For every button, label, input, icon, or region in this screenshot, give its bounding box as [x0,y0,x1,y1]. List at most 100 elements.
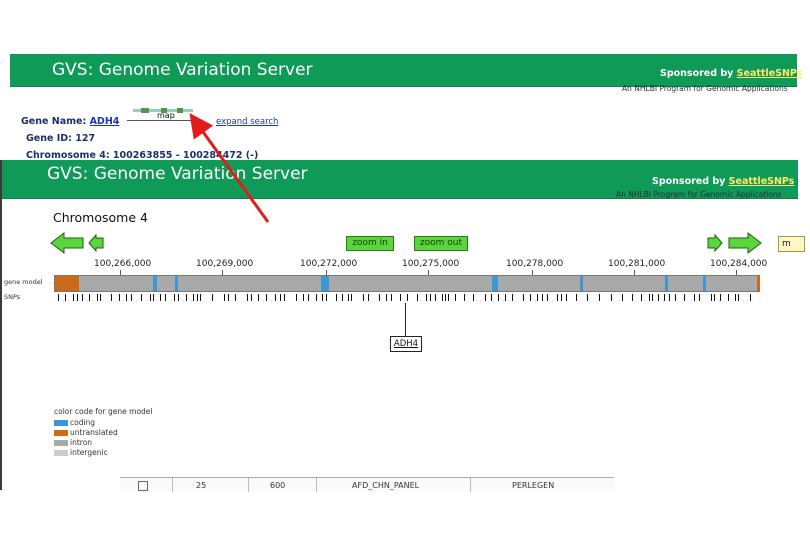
chromosome-title: Chromosome 4 [53,210,148,225]
map-thumbnail[interactable]: map [127,104,197,121]
snp-mark [247,294,248,301]
snp-mark [658,294,659,301]
coordinate-tick-label: 100,275,000 [402,259,460,269]
coordinate-tick-label: 100,284,000 [710,259,768,269]
front-subline: An NHLBI Program for Genomic Application… [616,190,782,199]
snp-mark [523,294,524,301]
snp-mark [379,294,380,301]
snp-mark [58,294,59,301]
back-header-bar: GVS: Genome Variation Server Sponsored b… [10,54,802,87]
snp-mark [351,294,352,301]
legend-label: untranslated [70,428,118,437]
snp-mark [445,294,446,301]
table-cell: 25 [196,481,207,490]
snp-mark [694,294,695,301]
snp-mark [348,294,349,301]
snp-mark [228,294,229,301]
edge-button-label: m [782,239,791,249]
legend-swatch [54,420,68,426]
snp-mark [141,294,142,301]
gene-label-box[interactable]: ADH4 [390,336,422,352]
back-sponsor-link[interactable]: SeattleSNPs [737,68,803,79]
zoom-out-button[interactable]: zoom out [414,236,468,251]
snp-mark [111,294,112,301]
snp-mark [266,294,267,301]
front-sponsor-text: Sponsored by SeattleSNPs [652,176,794,187]
scroll-right-near-arrow-icon[interactable] [707,234,723,252]
snp-mark [235,294,236,301]
snp-mark [363,294,364,301]
snp-mark [165,294,166,301]
snp-mark [224,294,225,301]
snp-mark [407,294,408,301]
row-label-gene-model: gene model [4,278,43,286]
snp-mark [750,294,751,301]
front-header-title: GVS: Genome Variation Server [47,164,308,184]
snp-mark [308,294,309,301]
snp-mark [498,294,499,301]
legend-swatch [54,450,68,456]
snp-mark [699,294,700,301]
coding-exon [492,276,498,291]
data-table-strip: 25 600 AFD_CHN_PANEL PERLEGEN [120,477,614,492]
zoom-in-button[interactable]: zoom in [346,236,394,251]
snp-mark [200,294,201,301]
gene-name-row: Gene Name: ADH4 [21,116,119,127]
coding-exon [703,276,706,291]
back-sponsor-prefix: Sponsored by [660,68,734,79]
snp-mark [178,294,179,301]
back-header-title: GVS: Genome Variation Server [52,60,313,80]
snp-mark [557,294,558,301]
front-sponsor-link[interactable]: SeattleSNPs [729,176,795,187]
snp-mark [720,294,721,301]
snp-mark [641,294,642,301]
map-thumbnail-mark [141,108,149,113]
snp-mark [622,294,623,301]
snp-mark [160,294,161,301]
snp-mark [714,294,715,301]
snp-mark [197,294,198,301]
snp-mark [82,294,83,301]
snp-mark [547,294,548,301]
snp-mark [711,294,712,301]
gene-name-link[interactable]: ADH4 [90,116,120,127]
row-checkbox[interactable] [138,481,148,491]
snp-mark [275,294,276,301]
snp-mark [587,294,588,301]
utr-segment [757,276,760,291]
gene-name-label: Gene Name: [21,116,87,127]
table-cell: AFD_CHN_PANEL [352,481,420,490]
snp-mark [126,294,127,301]
snp-mark [599,294,600,301]
snp-mark [119,294,120,301]
front-sponsor-prefix: Sponsored by [652,176,726,187]
snp-mark [174,294,175,301]
edge-button[interactable]: m [778,236,805,252]
scroll-left-far-arrow-icon[interactable] [50,232,84,254]
expand-search-link[interactable]: expand search [216,117,278,127]
row-label-snps: SNPs [4,293,21,301]
scroll-right-far-arrow-icon[interactable] [728,232,762,254]
coding-exon [175,276,178,291]
table-cell: PERLEGEN [512,481,555,490]
coding-exon [321,276,329,291]
snp-mark [212,294,213,301]
snp-mark [530,294,531,301]
coordinate-tick-label: 100,269,000 [196,259,254,269]
back-sponsor-text: Sponsored by SeattleSNPs [660,68,802,79]
snp-mark [537,294,538,301]
snp-mark [150,294,151,301]
gene-id: Gene ID: 127 [26,133,96,144]
snp-mark [284,294,285,301]
scroll-left-near-arrow-icon[interactable] [88,234,104,252]
snp-mark [684,294,685,301]
snp-mark [186,294,187,301]
snp-mark [258,294,259,301]
snp-mark [100,294,101,301]
snp-mark [738,294,739,301]
snp-mark [430,294,431,301]
gene-label-text: ADH4 [393,339,419,349]
legend-label: intron [70,438,93,447]
snp-mark [512,294,513,301]
snp-mark [561,294,562,301]
